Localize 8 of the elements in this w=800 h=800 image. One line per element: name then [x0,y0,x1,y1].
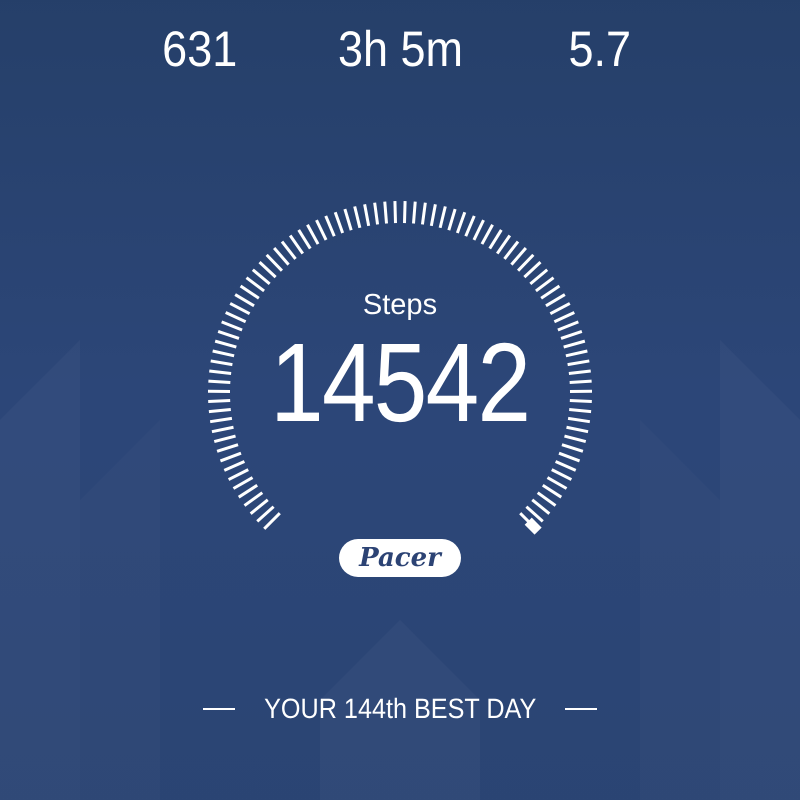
progress-marker-icon [524,518,542,535]
stat-value: 3h 5m [337,20,463,78]
logo: Pacer [339,539,461,577]
stat-value: 5.7 [568,20,632,78]
stat-value: 631 [162,20,238,78]
best-day-text: YOUR 144th BEST DAY [264,693,536,725]
step-count: 14542 [270,324,530,442]
steps-label: Steps [362,288,438,322]
